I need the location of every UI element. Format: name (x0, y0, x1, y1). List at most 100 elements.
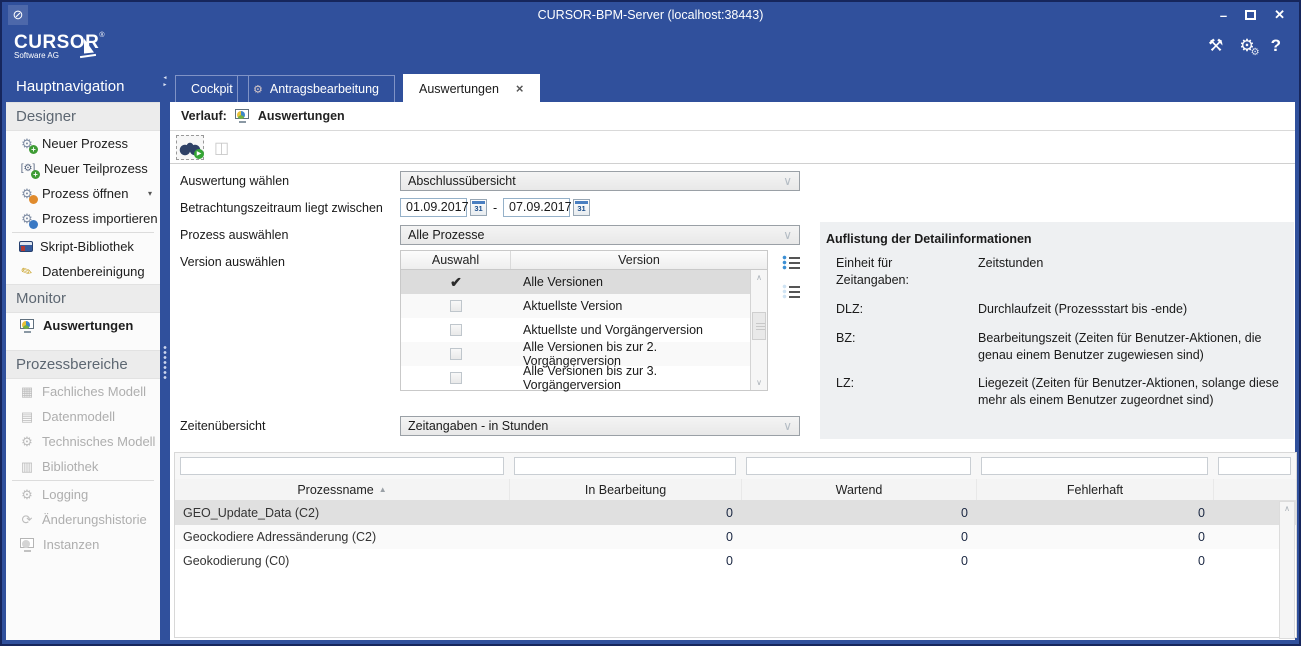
checkbox-unchecked[interactable] (450, 372, 462, 384)
new-process-icon: ⚙+ (19, 136, 35, 152)
library-icon: ▥ (19, 459, 35, 475)
collapse-arrows-icon[interactable]: ◄ ► (161, 75, 169, 89)
sidebar-item-datenmodell: ▤ Datenmodell (6, 404, 160, 429)
scroll-up-icon[interactable]: ∧ (751, 270, 767, 285)
close-button[interactable]: ✕ (1274, 7, 1285, 23)
window-title: CURSOR-BPM-Server (localhost:38443) (2, 2, 1299, 28)
sidebar-item-fachliches-modell: ▦ Fachliches Modell (6, 379, 160, 404)
column-header-in-bearbeitung[interactable]: In Bearbeitung (509, 479, 741, 500)
scroll-up-icon[interactable]: ∧ (1280, 504, 1294, 513)
titlebar: ⊘ CURSOR-BPM-Server (localhost:38443) – … (2, 2, 1299, 28)
instances-monitor-icon (19, 538, 36, 552)
version-table: Auswahl Version ✔ Alle Versionen Aktuell… (400, 250, 768, 391)
zeiten-select[interactable]: Zeitangaben - in Stunden ∨ (400, 416, 800, 436)
sort-asc-icon: ▲ (379, 485, 387, 494)
version-row[interactable]: Aktuellste Version (401, 294, 750, 318)
results-table-scrollbar[interactable]: ∧ (1279, 501, 1295, 639)
brand-registered-mark: ® (99, 32, 104, 39)
deselect-all-versions-icon[interactable] (782, 284, 801, 299)
minimize-button[interactable]: – (1220, 8, 1227, 23)
sidebar-item-neuer-teilprozess[interactable]: [⚙]+ Neuer Teilprozess (6, 156, 160, 181)
detail-info-panel: Auflistung der Detailinformationen Einhe… (820, 222, 1294, 439)
change-history-icon: ⟳ (19, 512, 35, 528)
calendar-from-button[interactable]: 31 (470, 199, 487, 216)
help-icon[interactable]: ? (1271, 36, 1281, 56)
tab-close-icon[interactable]: × (516, 81, 524, 96)
table-row[interactable]: Geockodiere Adressänderung (C2) 0 0 0 (175, 525, 1296, 549)
version-row[interactable]: Alle Versionen bis zur 2. Vorgängerversi… (401, 342, 750, 366)
filter-input-extra[interactable] (1218, 457, 1291, 475)
column-label: In Bearbeitung (585, 483, 666, 497)
process-tab-icon: ⚙ (253, 83, 263, 96)
sidebar-item-label: Logging (42, 487, 88, 502)
breadcrumb-item[interactable]: Auswertungen (258, 109, 345, 123)
column-label: Fehlerhaft (1067, 483, 1123, 497)
tab-antragsbearbeitung[interactable]: ⚙ Antragsbearbeitung (237, 75, 395, 102)
sidebar-item-skript-bibliothek[interactable]: Skript-Bibliothek (6, 234, 160, 259)
business-model-icon: ▦ (19, 384, 35, 400)
table-row[interactable]: GEO_Update_Data (C2) 0 0 0 (175, 501, 1296, 525)
select-all-versions-icon[interactable] (782, 255, 801, 270)
chevron-down-icon[interactable]: ▾ (148, 189, 152, 198)
auswertung-label: Auswertung wählen (180, 171, 289, 191)
scrollbar-thumb[interactable] (752, 312, 766, 340)
tools-icon[interactable]: ⚒ (1208, 36, 1223, 56)
column-header-prozessname[interactable]: Prozessname ▲ (175, 479, 509, 500)
sidebar-item-prozess-oeffnen[interactable]: ⚙ Prozess öffnen ▾ (6, 181, 160, 206)
sidebar-item-instanzen: Instanzen (6, 532, 160, 557)
version-row[interactable]: Alle Versionen bis zur 3. Vorgängerversi… (401, 366, 750, 390)
sidebar-item-datenbereinigung[interactable]: ✎ Datenbereinigung (6, 259, 160, 284)
detail-term: BZ: (836, 330, 964, 364)
filter-input-in-bearbeitung[interactable] (514, 457, 736, 475)
column-header-wartend[interactable]: Wartend (741, 479, 976, 500)
cell-in-bearbeitung: 0 (509, 530, 741, 544)
calendar-to-button[interactable]: 31 (573, 199, 590, 216)
date-to-input[interactable]: 07.09.2017 (503, 198, 570, 217)
version-row-label: Aktuellste und Vorgängerversion (511, 323, 750, 337)
cell-fehlerhaft: 0 (976, 530, 1213, 544)
column-header-fehlerhaft[interactable]: Fehlerhaft (976, 479, 1213, 500)
cell-fehlerhaft: 0 (976, 554, 1213, 568)
sidebar-item-label: Datenbereinigung (42, 264, 145, 279)
splitter-grip-icon[interactable] (163, 345, 167, 379)
auswertung-select[interactable]: Abschlussübersicht ∨ (400, 171, 800, 191)
data-cleanup-icon: ✎ (16, 261, 37, 282)
version-table-scrollbar[interactable]: ∧ ∨ (750, 270, 767, 390)
sidebar-item-aenderungshistorie: ⟳ Änderungshistorie (6, 507, 160, 532)
filter-input-prozessname[interactable] (180, 457, 504, 475)
date-from-input[interactable]: 01.09.2017 (400, 198, 467, 217)
table-row[interactable]: Geokodierung (C0) 0 0 0 (175, 549, 1296, 573)
prozess-select[interactable]: Alle Prozesse ∨ (400, 225, 800, 245)
admin-settings-icon[interactable]: ⚙⚙ (1239, 36, 1254, 56)
calendar-day-label: 31 (471, 204, 486, 213)
sidebar-splitter[interactable]: ◄ ► (160, 72, 170, 640)
zeiten-label: Zeitenübersicht (180, 416, 265, 436)
column-header-version[interactable]: Version (511, 251, 767, 269)
filter-input-wartend[interactable] (746, 457, 971, 475)
sidebar-item-prozess-importieren[interactable]: ⚙ Prozess importieren (6, 206, 160, 231)
sidebar-item-neuer-prozess[interactable]: ⚙+ Neuer Prozess (6, 131, 160, 156)
sidebar-item-label: Neuer Prozess (42, 136, 128, 151)
toolbar: ▶ ◫ (170, 132, 1295, 164)
version-row[interactable]: ✔ Alle Versionen (401, 270, 750, 294)
small-gear-icon: ⚙ (1251, 47, 1260, 58)
run-evaluation-button[interactable]: ▶ (176, 135, 204, 160)
sidebar-item-label: Auswertungen (43, 318, 133, 333)
checkbox-unchecked[interactable] (450, 300, 462, 312)
maximize-button[interactable] (1245, 10, 1256, 20)
version-row[interactable]: Aktuellste und Vorgängerversion (401, 318, 750, 342)
column-header-auswahl[interactable]: Auswahl (401, 251, 511, 269)
checkbox-checked[interactable]: ✔ (450, 275, 462, 289)
tab-auswertungen[interactable]: Auswertungen × (403, 74, 540, 102)
version-label: Version auswählen (180, 252, 285, 272)
sidebar-section-monitor: Monitor (6, 284, 160, 313)
evaluations-monitor-icon (234, 109, 251, 123)
filter-input-fehlerhaft[interactable] (981, 457, 1208, 475)
sidebar-item-auswertungen[interactable]: Auswertungen (6, 313, 160, 338)
column-header-extra[interactable] (1213, 479, 1296, 500)
checkbox-unchecked[interactable] (450, 348, 462, 360)
sidebar-item-bibliothek: ▥ Bibliothek (6, 454, 160, 479)
checkbox-unchecked[interactable] (450, 324, 462, 336)
scroll-down-icon[interactable]: ∨ (751, 375, 767, 390)
auswertung-value: Abschlussübersicht (408, 174, 516, 188)
